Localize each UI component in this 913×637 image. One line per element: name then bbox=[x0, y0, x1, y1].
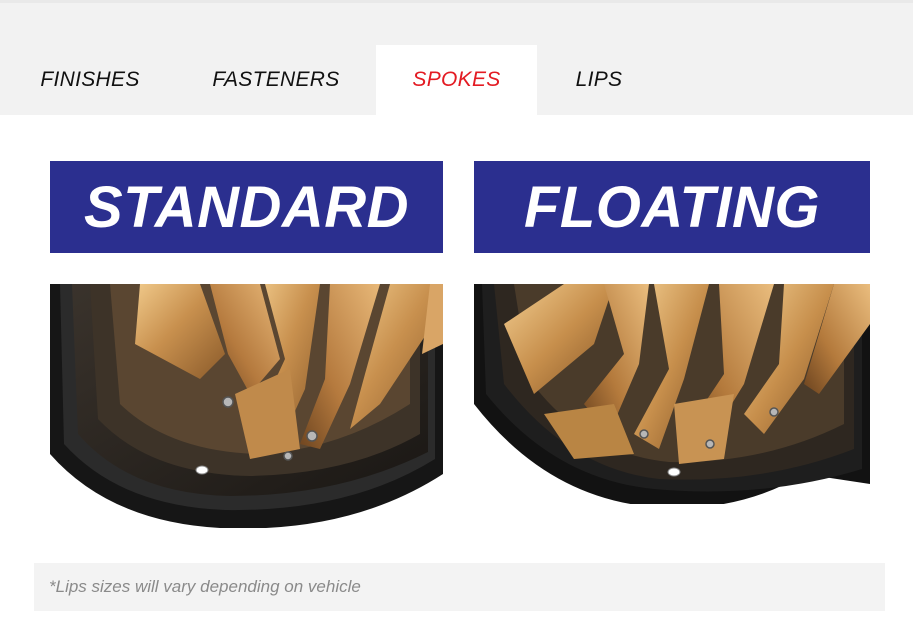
top-divider bbox=[0, 0, 913, 3]
floating-spoke-wheel-photo bbox=[474, 284, 870, 504]
standard-title: STANDARD bbox=[83, 174, 410, 240]
standard-spoke-wheel-photo bbox=[50, 284, 443, 528]
floating-title: FLOATING bbox=[523, 174, 821, 240]
floating-banner: FLOATING bbox=[474, 161, 870, 253]
tab-fasteners[interactable]: FASTENERS bbox=[196, 45, 356, 115]
lip-size-note-text: *Lips sizes will vary depending on vehic… bbox=[49, 577, 361, 596]
tab-lips[interactable]: LIPS bbox=[560, 45, 638, 115]
lip-size-note: *Lips sizes will vary depending on vehic… bbox=[34, 563, 885, 611]
tab-spokes[interactable]: SPOKES bbox=[376, 45, 537, 115]
tab-finishes[interactable]: FINISHES bbox=[20, 45, 160, 115]
standard-banner: STANDARD bbox=[50, 161, 443, 253]
